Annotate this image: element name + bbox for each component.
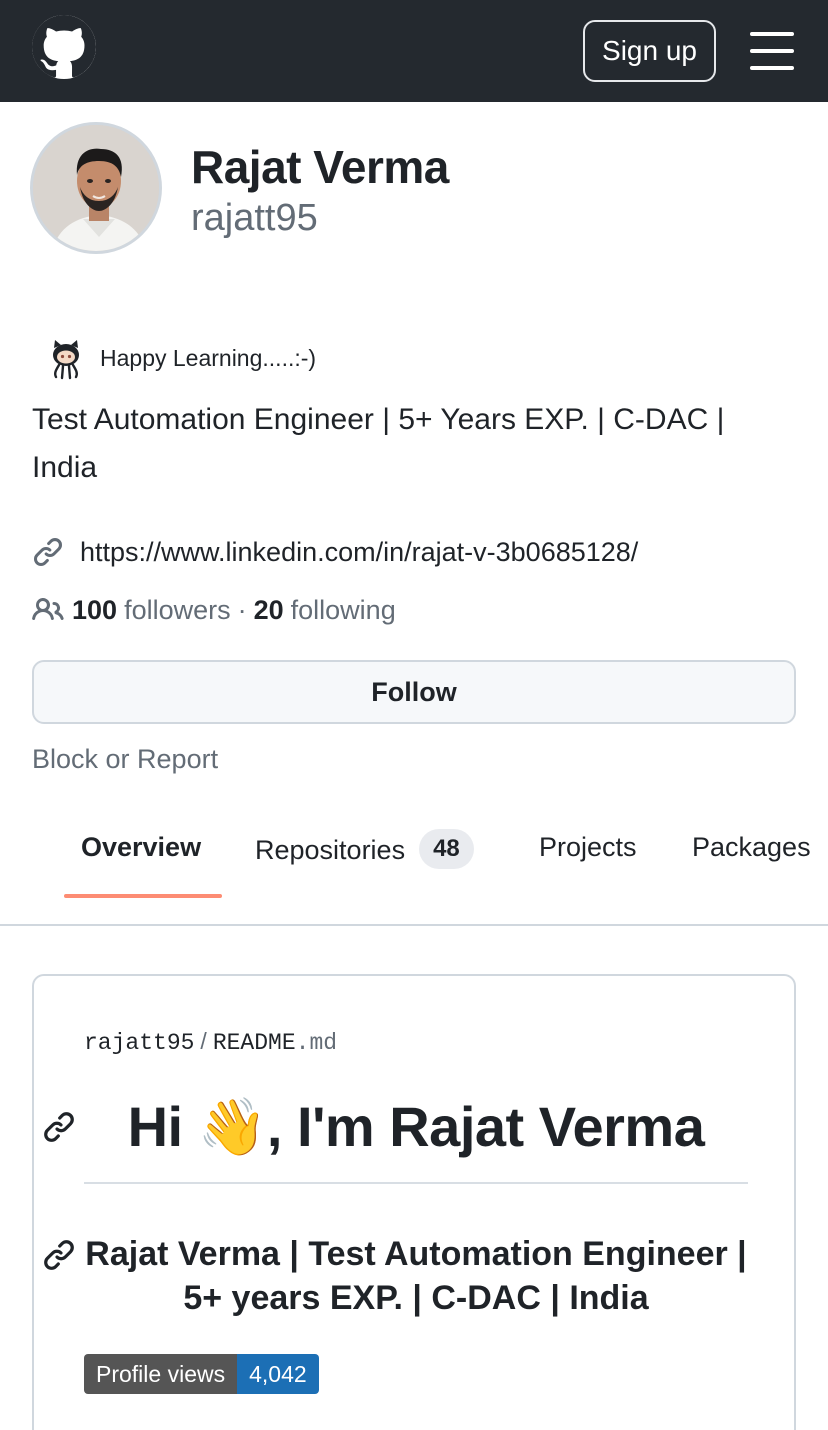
readme-file-link[interactable]: README.md	[213, 1030, 337, 1056]
people-icon	[32, 597, 64, 621]
separator-dot: ·	[237, 594, 247, 625]
octocat-emoji-icon	[44, 336, 88, 380]
readme-owner-link[interactable]: rajatt95	[84, 1030, 194, 1056]
profile-bio: Test Automation Engineer | 5+ Years EXP.…	[32, 403, 725, 484]
badge-label: Profile views	[84, 1354, 238, 1394]
readme-subheading: Rajat Verma | Test Automation Engineer |…	[85, 1235, 747, 1317]
readme-card: rajatt95/README.md Hi 👋, I'm Rajat Verma…	[32, 974, 796, 1430]
website-link[interactable]: https://www.linkedin.com/in/rajat-v-3b06…	[80, 537, 638, 568]
profile-name: Rajat Verma	[191, 141, 449, 193]
following-link[interactable]: 20 following	[254, 595, 396, 626]
readme-heading: Hi 👋, I'm Rajat Verma	[127, 1095, 705, 1158]
hamburger-menu-icon[interactable]	[750, 32, 794, 70]
follow-button[interactable]: Follow	[32, 660, 796, 724]
active-tab-indicator	[64, 894, 222, 898]
sign-up-button[interactable]: Sign up	[583, 20, 716, 82]
profile-tabs: Overview Repositories 48 Projects Package…	[0, 820, 828, 900]
status-text: Happy Learning.....:-)	[100, 344, 317, 371]
profile-website[interactable]: https://www.linkedin.com/in/rajat-v-3b06…	[32, 532, 638, 572]
readme-path: rajatt95/README.md	[84, 1028, 338, 1056]
followers-link[interactable]: 100 followers	[72, 595, 231, 626]
tab-projects[interactable]: Projects	[539, 832, 637, 863]
profile-views-badge: Profile views 4,042	[84, 1354, 319, 1394]
heading-divider	[84, 1182, 748, 1184]
badge-value: 4,042	[237, 1354, 319, 1394]
heading-anchor-icon[interactable]	[42, 1110, 76, 1144]
link-icon	[33, 537, 63, 567]
user-status[interactable]: Happy Learning.....:-)	[44, 336, 316, 380]
repositories-counter: 48	[419, 829, 474, 869]
avatar[interactable]	[30, 122, 162, 254]
block-or-report-link[interactable]: Block or Report	[32, 744, 218, 775]
tab-overview[interactable]: Overview	[81, 832, 201, 863]
profile-username: rajatt95	[191, 197, 318, 239]
subheading-anchor-icon[interactable]	[42, 1238, 76, 1272]
github-logo-icon[interactable]	[32, 15, 96, 79]
tab-repositories[interactable]: Repositories 48	[255, 829, 474, 872]
top-navigation-bar: Sign up	[0, 0, 828, 102]
tabs-divider	[0, 924, 828, 926]
followers-summary: 100 followers · 20 following	[32, 590, 396, 630]
tab-packages[interactable]: Packages	[692, 832, 811, 863]
